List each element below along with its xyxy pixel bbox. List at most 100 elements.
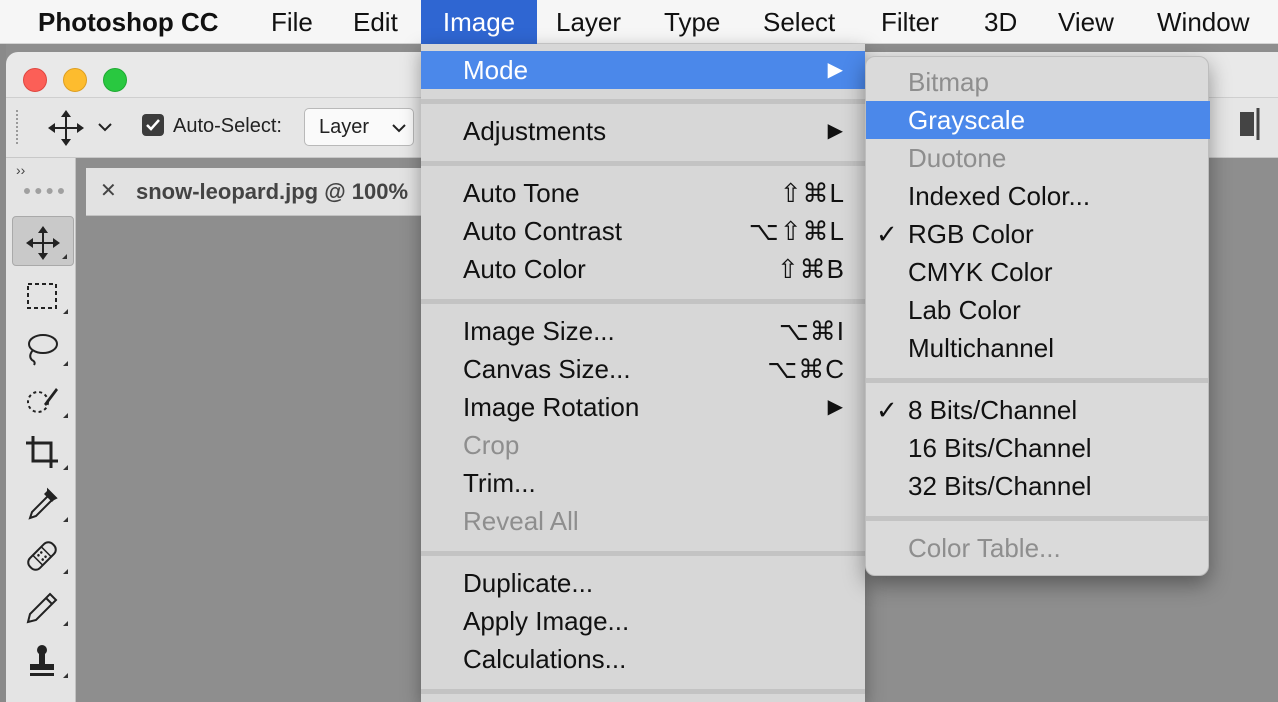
rectangular-marquee-icon — [27, 283, 57, 309]
menu-item-label: RGB Color — [908, 219, 1034, 249]
menu-separator — [421, 689, 865, 694]
bandage-icon — [27, 541, 57, 571]
menu-item-apply-image[interactable]: Apply Image... — [421, 602, 865, 640]
menu-item-auto-color[interactable]: Auto Color ⇧⌘B — [421, 250, 865, 288]
submenu-item-32-bits[interactable]: 32 Bits/Channel — [866, 467, 1210, 505]
submenu-item-indexed-color[interactable]: Indexed Color... — [866, 177, 1210, 215]
menubar-filter[interactable]: Filter — [881, 0, 939, 44]
menu-item-calculations[interactable]: Calculations... — [421, 640, 865, 678]
menu-item-label: 16 Bits/Channel — [908, 433, 1092, 463]
mode-submenu: Bitmap Grayscale Duotone Indexed Color..… — [865, 56, 1210, 576]
menu-item-label: Adjustments — [463, 116, 607, 146]
close-icon[interactable]: ✕ — [100, 178, 117, 203]
menu-item-label: Bitmap — [908, 67, 989, 97]
menu-item-label: Crop — [463, 430, 520, 460]
lasso-tool[interactable] — [12, 322, 74, 372]
menu-bar: Photoshop CC File Edit Image Layer Type … — [0, 0, 1278, 44]
marquee-tool[interactable] — [12, 270, 74, 320]
crop-tool[interactable] — [12, 426, 74, 476]
checkmark-icon: ✓ — [876, 395, 898, 425]
menubar-window[interactable]: Window — [1157, 0, 1249, 44]
submenu-item-lab-color[interactable]: Lab Color — [866, 291, 1210, 329]
move-tool-preset-icon[interactable] — [46, 108, 86, 148]
healing-brush-tool[interactable] — [12, 530, 74, 580]
image-menu: Mode ▶ Adjustments ▶ Auto Tone ⇧⌘L Auto … — [421, 44, 865, 702]
submenu-item-multichannel[interactable]: Multichannel — [866, 329, 1210, 367]
align-icon[interactable] — [1238, 106, 1264, 142]
auto-select-value: Layer — [319, 116, 370, 138]
options-bar-grip[interactable] — [16, 110, 20, 144]
menubar-select[interactable]: Select — [763, 0, 835, 44]
menubar-image[interactable]: Image — [421, 0, 537, 44]
menu-separator — [421, 161, 865, 166]
eyedropper-icon — [28, 487, 58, 520]
menu-separator — [421, 99, 865, 104]
menu-separator — [421, 551, 865, 556]
auto-select-label: Auto-Select: — [173, 115, 282, 137]
menu-item-label: Auto Color — [463, 254, 586, 284]
menu-item-duplicate[interactable]: Duplicate... — [421, 564, 865, 602]
brush-tool[interactable] — [12, 582, 74, 632]
menu-separator — [866, 516, 1208, 521]
menu-item-shortcut: ⌥⌘C — [767, 354, 845, 384]
submenu-arrow-icon: ▶ — [827, 59, 843, 81]
eyedropper-tool[interactable] — [12, 478, 74, 528]
submenu-item-cmyk-color[interactable]: CMYK Color — [866, 253, 1210, 291]
move-tool[interactable] — [12, 216, 74, 266]
menubar-type[interactable]: Type — [664, 0, 720, 44]
menu-item-image-rotation[interactable]: Image Rotation ▶ — [421, 388, 865, 426]
auto-select-checkbox[interactable] — [142, 114, 164, 136]
menu-item-label: Reveal All — [463, 506, 579, 536]
menubar-view[interactable]: View — [1058, 0, 1114, 44]
quick-selection-icon — [27, 388, 58, 413]
collapse-panel-icon[interactable]: ›› — [16, 162, 25, 178]
window-zoom-button[interactable] — [103, 68, 127, 92]
menu-item-label: Apply Image... — [463, 606, 630, 636]
menu-separator — [421, 299, 865, 304]
menubar-file[interactable]: File — [271, 0, 313, 44]
menu-item-label: Duplicate... — [463, 568, 594, 598]
auto-select-dropdown[interactable]: Layer — [304, 108, 414, 146]
menu-item-reveal-all: Reveal All — [421, 502, 865, 540]
menu-item-auto-tone[interactable]: Auto Tone ⇧⌘L — [421, 174, 865, 212]
menu-item-label: Multichannel — [908, 333, 1054, 363]
document-title: snow-leopard.jpg @ 100% — [136, 179, 409, 204]
menu-item-label: Mode — [463, 55, 529, 85]
menu-item-label: Trim... — [463, 468, 536, 498]
menu-item-trim[interactable]: Trim... — [421, 464, 865, 502]
move-icon — [26, 226, 60, 260]
menu-item-crop: Crop — [421, 426, 865, 464]
menu-item-auto-contrast[interactable]: Auto Contrast ⌥⇧⌘L — [421, 212, 865, 250]
menubar-3d[interactable]: 3D — [984, 0, 1017, 44]
submenu-item-16-bits[interactable]: 16 Bits/Channel — [866, 429, 1210, 467]
menu-item-label: Auto Tone — [463, 178, 580, 208]
menu-item-image-size[interactable]: Image Size... ⌥⌘I — [421, 312, 865, 350]
quick-selection-tool[interactable] — [12, 374, 74, 424]
submenu-item-color-table: Color Table... — [866, 529, 1210, 567]
window-minimize-button[interactable] — [63, 68, 87, 92]
window-close-button[interactable] — [23, 68, 47, 92]
menu-item-label: 32 Bits/Channel — [908, 471, 1092, 501]
submenu-arrow-icon: ▶ — [827, 120, 843, 142]
crop-icon — [26, 436, 58, 468]
menu-item-label: Indexed Color... — [908, 181, 1091, 211]
chevron-down-icon[interactable] — [96, 118, 114, 136]
menu-item-shortcut: ⇧⌘B — [776, 254, 845, 284]
menubar-app-name[interactable]: Photoshop CC — [38, 0, 219, 44]
menu-item-adjustments[interactable]: Adjustments ▶ — [421, 112, 865, 150]
menu-item-label: 8 Bits/Channel — [908, 395, 1078, 425]
stamp-icon — [30, 645, 54, 676]
submenu-item-grayscale[interactable]: Grayscale — [866, 101, 1210, 139]
clone-stamp-tool[interactable] — [12, 634, 74, 684]
menu-item-shortcut: ⌥⌘I — [778, 316, 845, 346]
menubar-edit[interactable]: Edit — [353, 0, 398, 44]
menu-item-canvas-size[interactable]: Canvas Size... ⌥⌘C — [421, 350, 865, 388]
document-tab[interactable]: ✕ snow-leopard.jpg @ 100% — [86, 168, 436, 216]
checkmark-icon: ✓ — [876, 219, 898, 249]
menu-item-mode[interactable]: Mode ▶ — [421, 51, 865, 89]
submenu-item-8-bits[interactable]: ✓ 8 Bits/Channel — [866, 391, 1210, 429]
tools-panel-grip[interactable] — [24, 188, 64, 194]
submenu-item-rgb-color[interactable]: ✓ RGB Color — [866, 215, 1210, 253]
menubar-layer[interactable]: Layer — [556, 0, 621, 44]
menu-item-shortcut: ⌥⇧⌘L — [748, 216, 845, 246]
